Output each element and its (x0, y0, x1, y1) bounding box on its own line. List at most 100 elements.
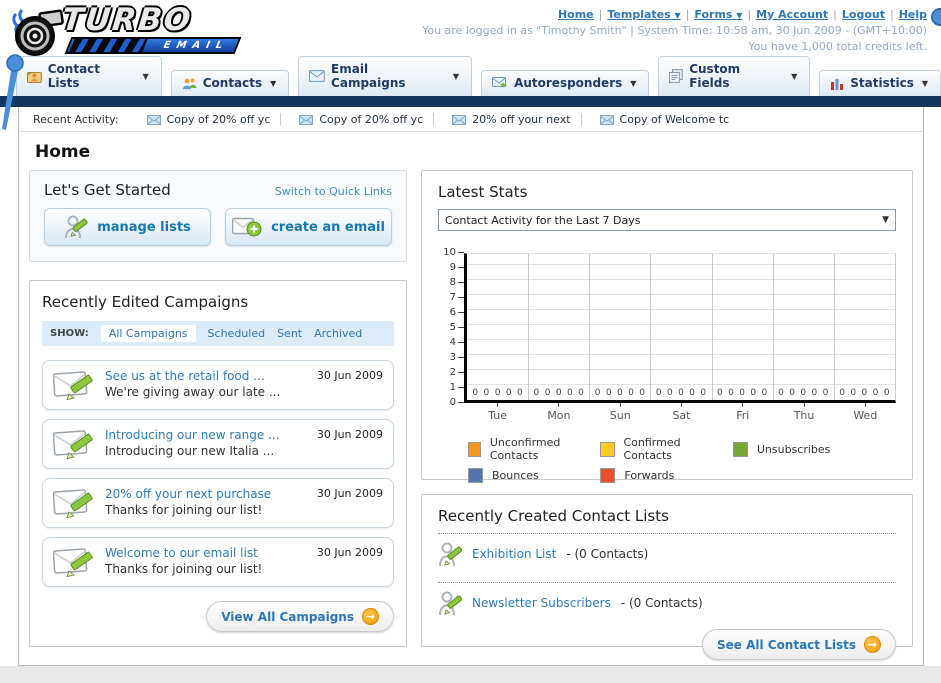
legend-label: Bounces (492, 469, 539, 482)
campaign-subtitle: Thanks for joining our list! (105, 562, 263, 576)
campaign-row[interactable]: Welcome to our email list Thanks for joi… (42, 537, 394, 587)
person-pencil-icon (439, 591, 462, 616)
legend-label: Confirmed Contacts (623, 436, 681, 462)
chevron-down-icon: ▼ (142, 71, 149, 81)
chevron-down-icon: ▼ (270, 78, 277, 88)
stats-period-value: Contact Activity for the Last 7 Days (445, 213, 641, 227)
campaign-subtitle: Introducing our new Italia ... (105, 444, 275, 458)
campaign-list: See us at the retail food ... We're givi… (42, 360, 394, 587)
tab-statistics[interactable]: Statistics ▼ (819, 70, 941, 96)
nav-separator: | (598, 8, 603, 21)
campaign-row[interactable]: See us at the retail food ... We're givi… (42, 360, 394, 410)
header-right: Home | Templates ▼ | Forms ▼ | My Account | Logo… (422, 8, 927, 53)
recent-activity-text: Copy of Welcome tc (619, 113, 730, 126)
view-all-campaigns-label: View All Campaigns (221, 609, 354, 624)
envelope-plus-icon (232, 217, 262, 237)
legend-label: Unsubscribes (756, 442, 831, 456)
create-email-button[interactable]: create an email (225, 208, 392, 246)
turbo-engine-icon (12, 8, 64, 56)
campaign-date: 30 Jun 2009 (316, 428, 383, 441)
campaign-row[interactable]: Introducing our new range ... Introducin… (42, 419, 394, 469)
legend-swatch (600, 441, 615, 457)
recent-activity-label: Recent Activity: (33, 113, 119, 126)
recent-activity-item[interactable]: Copy of 20% off yc (289, 113, 435, 126)
recent-activity-item[interactable]: Copy of Welcome tc (590, 113, 740, 126)
legend-swatch (468, 441, 481, 457)
contact-list-item[interactable]: Exhibition List - (0 Contacts) (438, 534, 896, 574)
manage-lists-button[interactable]: manage lists (44, 208, 211, 246)
recent-activity-text: Copy of 20% off yc (166, 113, 271, 126)
get-started-panel: Let's Get Started Switch to Quick Links … (29, 170, 407, 262)
chevron-down-icon: ▼ (736, 11, 743, 20)
legend-label: Forwards (624, 469, 675, 482)
envelope-icon (146, 114, 161, 125)
view-all-campaigns-button[interactable]: View All Campaigns → (206, 601, 394, 632)
filter-sent[interactable]: Sent (277, 327, 302, 340)
nav-my-account-link[interactable]: My Account (756, 8, 828, 21)
tab-autoresponders[interactable]: Autoresponders ▼ (481, 70, 650, 96)
nav-separator: | (889, 8, 894, 21)
email-campaigns-icon (309, 70, 326, 82)
campaign-filter-bar: SHOW: All Campaigns Scheduled Sent Archi… (42, 321, 394, 346)
contact-activity-chart: 0 1 2 3 4 5 6 7 8 9 10 000000000000000000000000000… (438, 248, 896, 408)
page-title: Home (35, 142, 91, 162)
contact-list-count: - (0 Contacts) (620, 596, 703, 610)
filter-all-campaigns[interactable]: All Campaigns (100, 325, 196, 342)
chart-x-axis: Tue Mon Sun Sat Fri Thu Wed (467, 403, 896, 422)
campaign-subtitle: We're giving away our late ... (105, 385, 281, 399)
tab-contacts[interactable]: Contacts ▼ (170, 70, 290, 96)
app-window: TURBO EMAIL Home | Templates ▼ | Forms ▼ | My … (0, 0, 941, 683)
legend-forwards: Forwards (600, 468, 724, 483)
contact-list-count: - (0 Contacts) (566, 547, 649, 561)
login-info: You are logged in as "Timothy Smith" | S… (422, 24, 927, 37)
chevron-down-icon: ▼ (791, 71, 798, 81)
contacts-icon (182, 78, 197, 89)
envelope-pencil-icon (53, 489, 93, 519)
chevron-down-icon: ▼ (921, 78, 928, 88)
contact-list-name-link[interactable]: Newsletter Subscribers (472, 596, 611, 610)
see-all-contact-lists-button[interactable]: See All Contact Lists → (701, 629, 896, 660)
nav-templates-link[interactable]: Templates ▼ (607, 8, 680, 21)
show-label: SHOW: (50, 328, 89, 339)
chart-legend: Unconfirmed Contacts Confirmed Contacts … (468, 436, 857, 483)
contact-list-item[interactable]: Newsletter Subscribers - (0 Contacts) (438, 583, 896, 623)
chart-value-labels: 00000000000000000000000000000000000 (472, 388, 890, 398)
chevron-down-icon: ▼ (452, 71, 460, 81)
campaign-title-link[interactable]: See us at the retail food ... (105, 369, 307, 383)
tab-label: Email Campaigns (331, 62, 406, 90)
campaign-row[interactable]: 20% off your next purchase Thanks for jo… (42, 478, 394, 528)
manage-lists-label: manage lists (97, 219, 191, 235)
campaign-title-link[interactable]: Introducing our new range ... (105, 428, 307, 442)
create-email-label: create an email (271, 219, 385, 235)
statistics-icon (831, 78, 844, 90)
campaign-subtitle: Thanks for joining our list! (105, 503, 263, 517)
tab-label: Statistics (850, 76, 914, 90)
contact-list-name-link[interactable]: Exhibition List (472, 547, 556, 561)
nav-separator: | (747, 8, 752, 21)
legend-unsubscribes: Unsubscribes (732, 436, 857, 462)
filter-scheduled[interactable]: Scheduled (208, 327, 266, 340)
envelope-icon (599, 114, 614, 125)
legend-label: Unconfirmed Contacts (489, 436, 561, 462)
recent-activity-text: Copy of 20% off yc (319, 113, 424, 126)
turbo-email-logo: TURBO EMAIL (10, 2, 260, 58)
tab-label: Autoresponders (514, 76, 623, 90)
envelope-pencil-icon (53, 430, 93, 460)
campaign-title-link[interactable]: 20% off your next purchase (105, 487, 307, 501)
main-nav-tabs: Contact Lists ▼ Contacts ▼ Email Campaigns… (0, 56, 941, 96)
nav-forms-link[interactable]: Forms ▼ (694, 8, 742, 21)
stats-period-select[interactable]: Contact Activity for the Last 7 Days ▼ (438, 209, 896, 231)
legend-swatch (468, 468, 483, 483)
filter-archived[interactable]: Archived (314, 327, 362, 340)
recent-activity-text: 20% off your next (472, 113, 571, 126)
recent-activity-item[interactable]: Copy of 20% off yc (137, 113, 282, 126)
nav-logout-link[interactable]: Logout (842, 8, 885, 21)
nav-home-link[interactable]: Home (558, 8, 594, 21)
switch-to-quick-links[interactable]: Switch to Quick Links (275, 185, 392, 198)
campaign-title-link[interactable]: Welcome to our email list (105, 546, 307, 560)
recent-activity-bar: Recent Activity: Copy of 20% off yc Copy… (19, 107, 923, 132)
recent-activity-item[interactable]: 20% off your next (442, 113, 582, 126)
legend-bounces: Bounces (468, 468, 592, 483)
tab-label: Contact Lists (47, 62, 101, 90)
nav-help-link[interactable]: Help (899, 8, 927, 21)
